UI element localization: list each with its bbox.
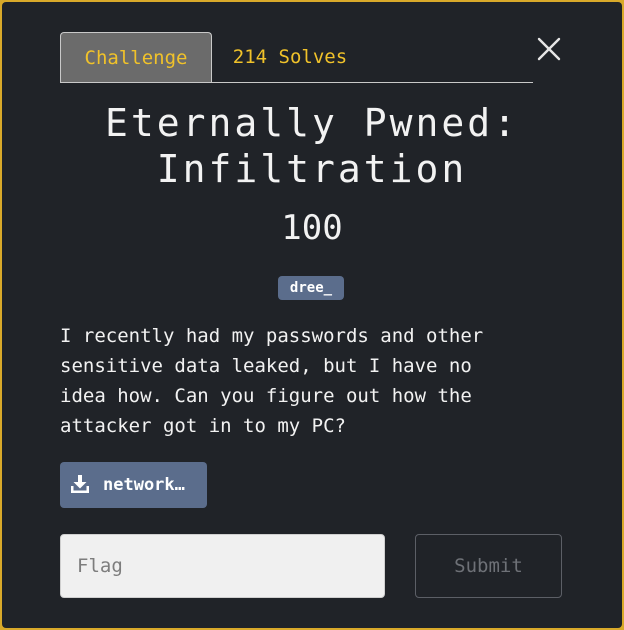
tab-challenge[interactable]: Challenge xyxy=(60,32,212,82)
close-icon xyxy=(537,37,561,61)
challenge-description: I recently had my passwords and other se… xyxy=(60,325,484,437)
challenge-title: Eternally Pwned: Infiltration xyxy=(2,100,622,192)
download-file-button[interactable]: network… xyxy=(60,462,207,508)
close-button[interactable] xyxy=(536,36,562,62)
download-icon xyxy=(71,475,89,493)
challenge-title-line1: Eternally Pwned: xyxy=(104,101,520,145)
challenge-modal: Challenge 214 Solves Eternally Pwned: In… xyxy=(2,2,622,628)
download-file-label: network… xyxy=(103,475,185,495)
challenge-title-line2: Infiltration xyxy=(156,147,468,191)
author-tag: dree_ xyxy=(278,276,344,300)
challenge-points: 100 xyxy=(281,208,343,248)
flag-input[interactable] xyxy=(60,534,385,598)
submit-button[interactable]: Submit xyxy=(415,534,562,598)
tab-solves[interactable]: 214 Solves xyxy=(220,32,360,82)
challenge-tabs: Challenge 214 Solves xyxy=(60,32,533,83)
